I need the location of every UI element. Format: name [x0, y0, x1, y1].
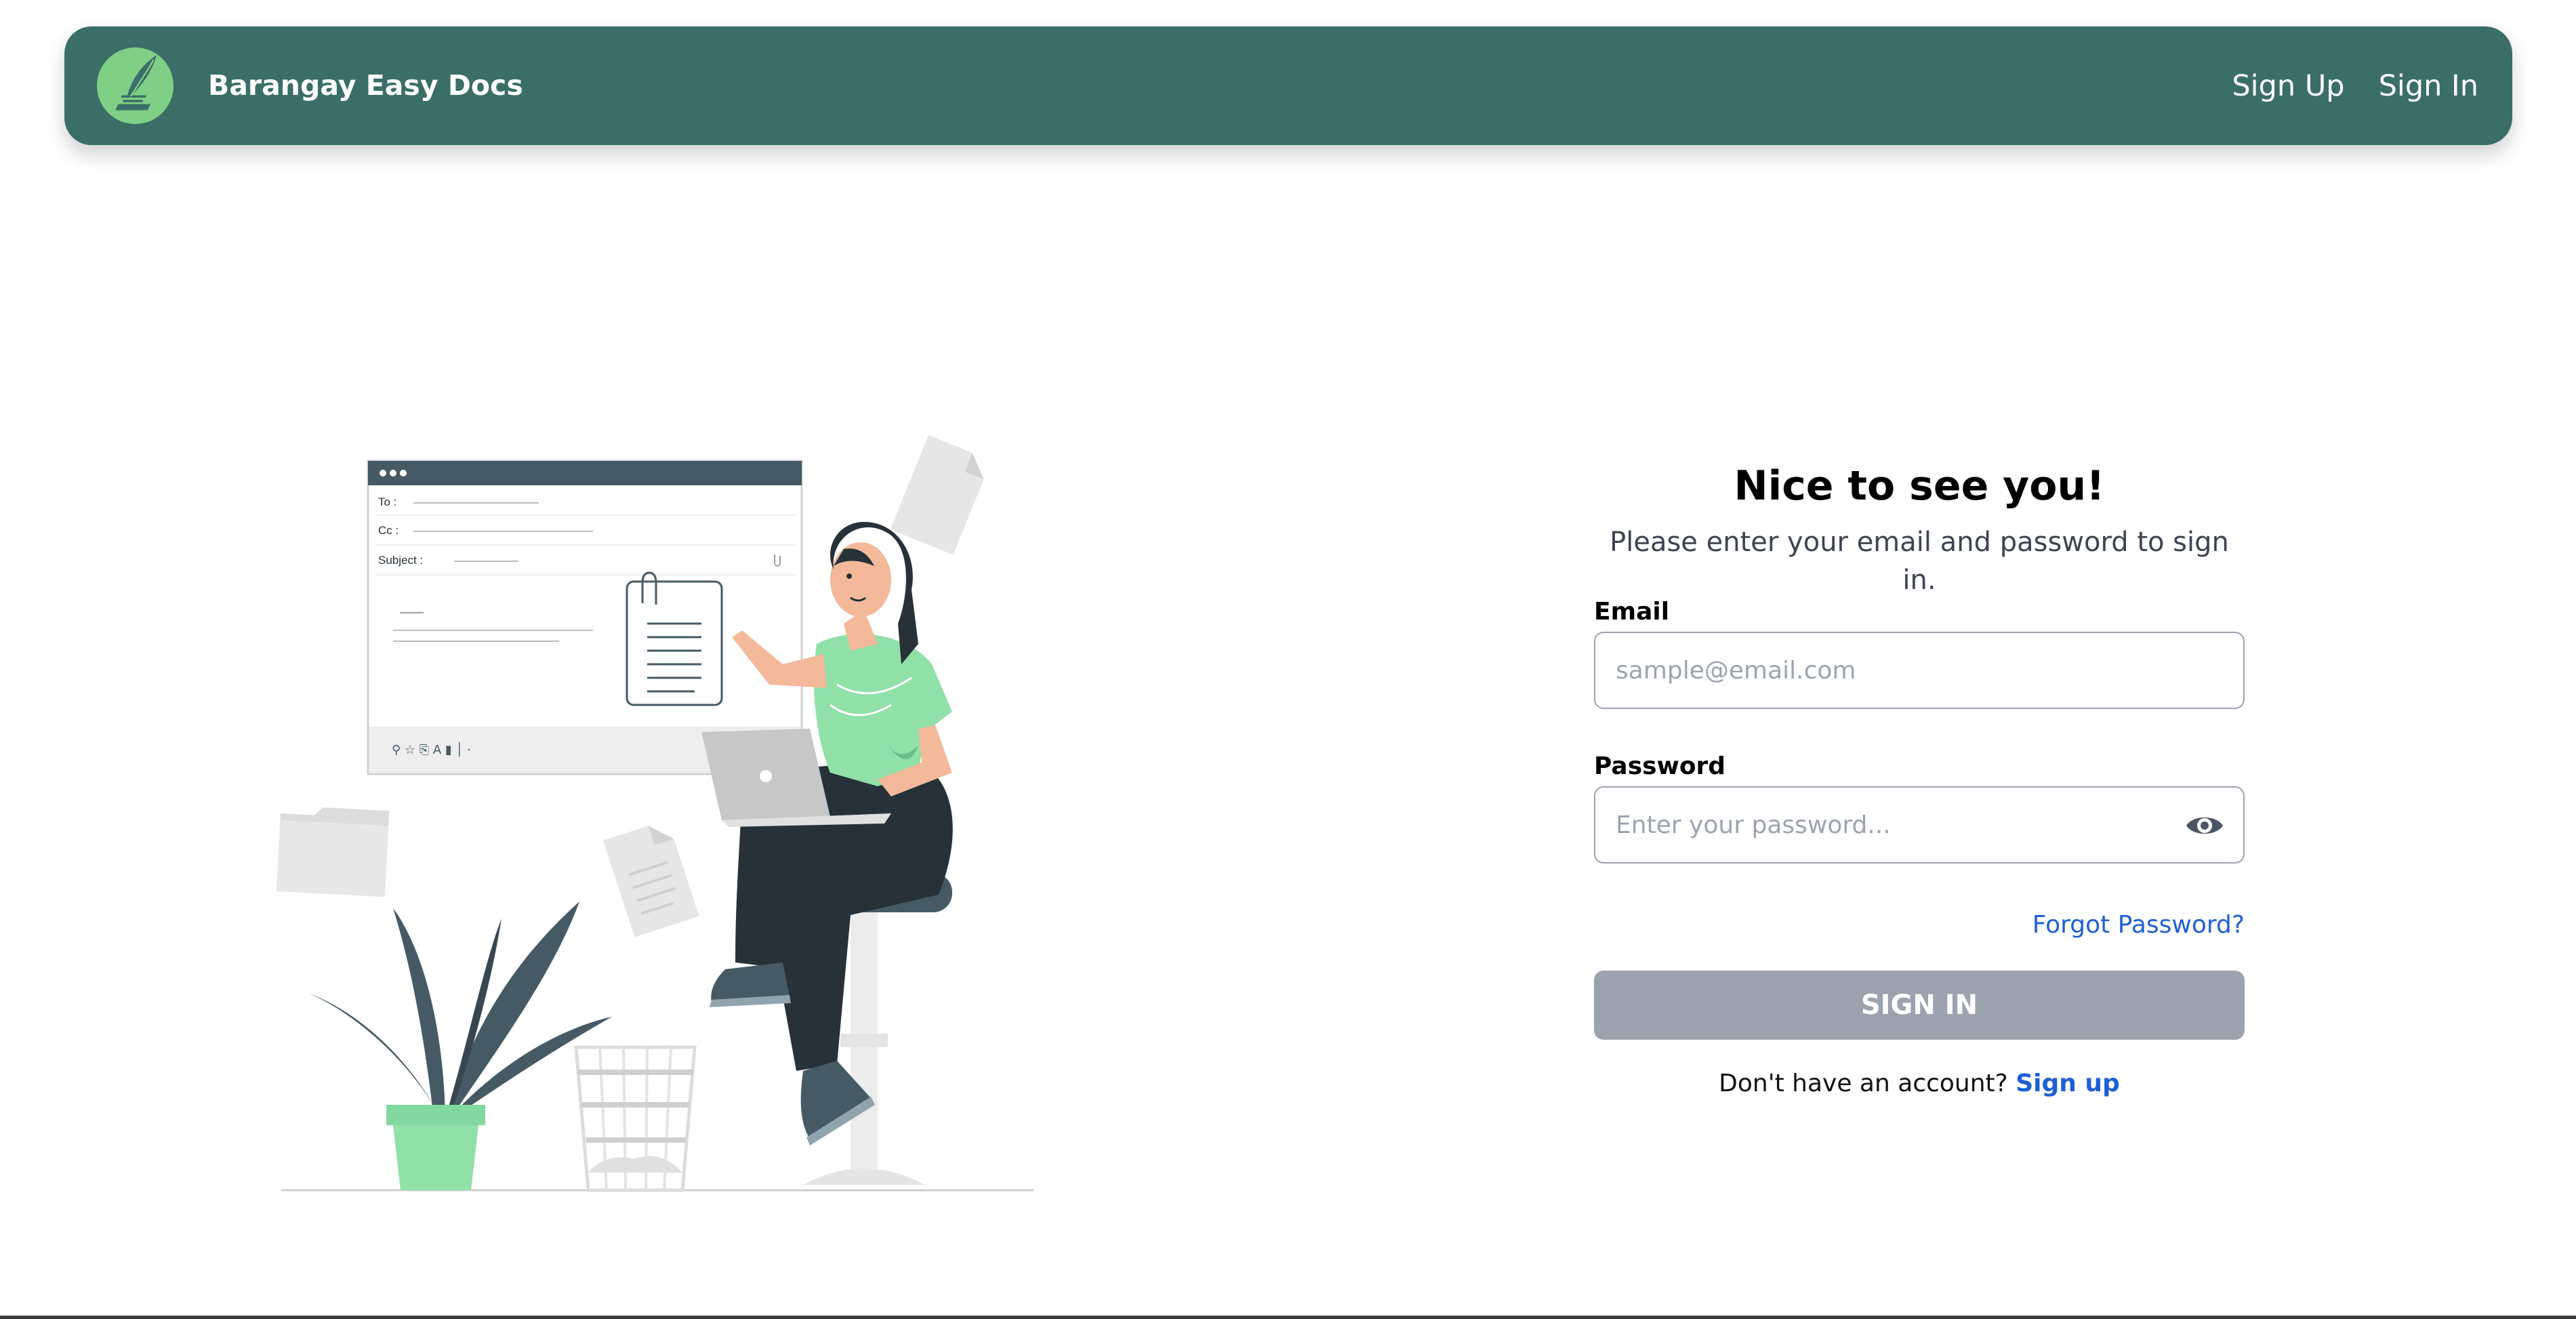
- bottom-border: [0, 1316, 2576, 1319]
- email-window: To : Cc : Subject : ⚲ ☆ ⎘ A ▮ │ ·: [367, 460, 803, 775]
- page-title: Nice to see you!: [1734, 462, 2105, 510]
- page-subtitle: Please enter your email and password to …: [1610, 527, 2229, 596]
- forgot-password-link[interactable]: Forgot Password?: [2032, 911, 2245, 939]
- password-label: Password: [1594, 752, 1726, 780]
- sign-up-link[interactable]: Sign up: [2016, 1070, 2120, 1097]
- nav-links: Sign Up Sign In: [2232, 26, 2478, 145]
- signup-prompt: Don't have an account? Sign up: [1594, 1066, 2245, 1102]
- email-label: Email: [1594, 598, 1670, 626]
- svg-text:⚲ ☆ ⎘ A ▮ │ ·: ⚲ ☆ ⎘ A ▮ │ ·: [392, 742, 471, 757]
- folder-icon: [276, 807, 390, 897]
- floating-document-icon: [603, 826, 699, 937]
- trash-basket-icon: [574, 1045, 697, 1192]
- floating-document-icon: [890, 435, 984, 555]
- email-field[interactable]: [1595, 633, 2243, 708]
- password-field[interactable]: [1595, 788, 2243, 862]
- sign-in-button[interactable]: SIGN IN: [1594, 971, 2245, 1040]
- navbar: Barangay Easy Docs Sign Up Sign In: [64, 26, 2512, 145]
- email-subject-label: Subject :: [378, 554, 423, 567]
- quill-logo-icon[interactable]: [97, 47, 173, 124]
- email-cc-label: Cc :: [378, 524, 398, 537]
- nav-sign-up-link[interactable]: Sign Up: [2232, 69, 2344, 103]
- brand-name[interactable]: Barangay Easy Docs: [208, 26, 523, 145]
- hero-illustration: To : Cc : Subject : ⚲ ☆ ⎘ A ▮ │ ·: [276, 435, 1034, 1192]
- forgot-password-row: Forgot Password?: [1594, 907, 2245, 943]
- eye-icon[interactable]: [2185, 811, 2224, 840]
- login-form: Nice to see you! Please enter your email…: [1594, 454, 2245, 1102]
- email-field-container: [1594, 632, 2245, 709]
- email-to-label: To :: [378, 495, 396, 508]
- plant-icon: [308, 901, 612, 1190]
- no-account-text: Don't have an account?: [1719, 1070, 2008, 1097]
- password-field-container: [1594, 786, 2245, 864]
- attached-paper-icon: [626, 571, 723, 706]
- nav-sign-in-link[interactable]: Sign In: [2379, 69, 2478, 103]
